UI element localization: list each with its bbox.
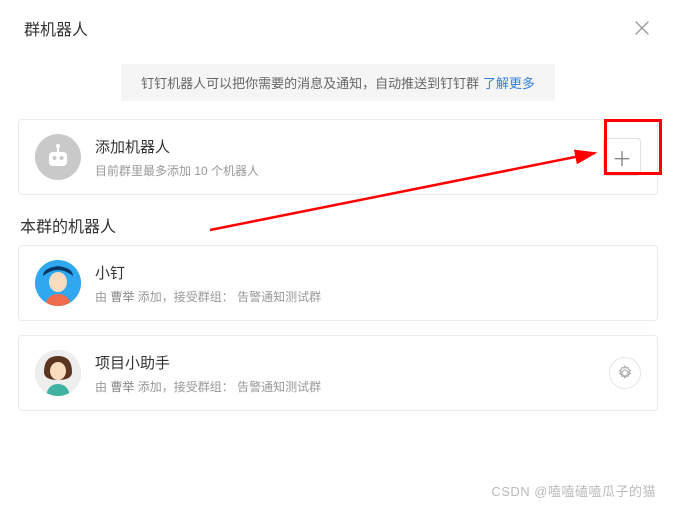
add-robot-card: 添加机器人 目前群里最多添加 10 个机器人 ＋ [18, 119, 658, 195]
add-robot-title: 添加机器人 [95, 136, 603, 157]
robot-meta: 由 曹举 添加，接受群组： 告警通知测试群 [95, 288, 641, 305]
robot-name: 项目小助手 [95, 352, 609, 373]
settings-button[interactable] [609, 357, 641, 389]
add-robot-button[interactable]: ＋ [603, 138, 641, 176]
avatar [35, 260, 81, 306]
plus-icon: ＋ [612, 143, 632, 172]
dialog-title: 群机器人 [24, 16, 88, 40]
robot-card: 项目小助手 由 曹举 添加，接受群组： 告警通知测试群 [18, 335, 658, 411]
avatar [35, 350, 81, 396]
robot-body: 项目小助手 由 曹举 添加，接受群组： 告警通知测试群 [95, 352, 609, 395]
close-icon[interactable] [632, 18, 652, 38]
watermark: CSDN @嗑嗑磕嗑瓜子的猫 [491, 481, 656, 500]
learn-more-link[interactable]: 了解更多 [483, 76, 535, 91]
notice-banner: 钉钉机器人可以把你需要的消息及通知，自动推送到钉钉群 了解更多 [121, 64, 555, 101]
add-robot-subtitle: 目前群里最多添加 10 个机器人 [95, 162, 603, 179]
robot-card: 小钉 由 曹举 添加，接受群组： 告警通知测试群 [18, 245, 658, 321]
notice-text: 钉钉机器人可以把你需要的消息及通知，自动推送到钉钉群 [141, 76, 479, 91]
dialog-header: 群机器人 [0, 0, 676, 52]
robot-body: 小钉 由 曹举 添加，接受群组： 告警通知测试群 [95, 262, 641, 305]
robot-icon [35, 134, 81, 180]
add-robot-body: 添加机器人 目前群里最多添加 10 个机器人 [95, 136, 603, 179]
gear-icon [617, 365, 633, 381]
robot-meta: 由 曹举 添加，接受群组： 告警通知测试群 [95, 378, 609, 395]
robot-name: 小钉 [95, 262, 641, 283]
section-title: 本群的机器人 [0, 213, 676, 237]
